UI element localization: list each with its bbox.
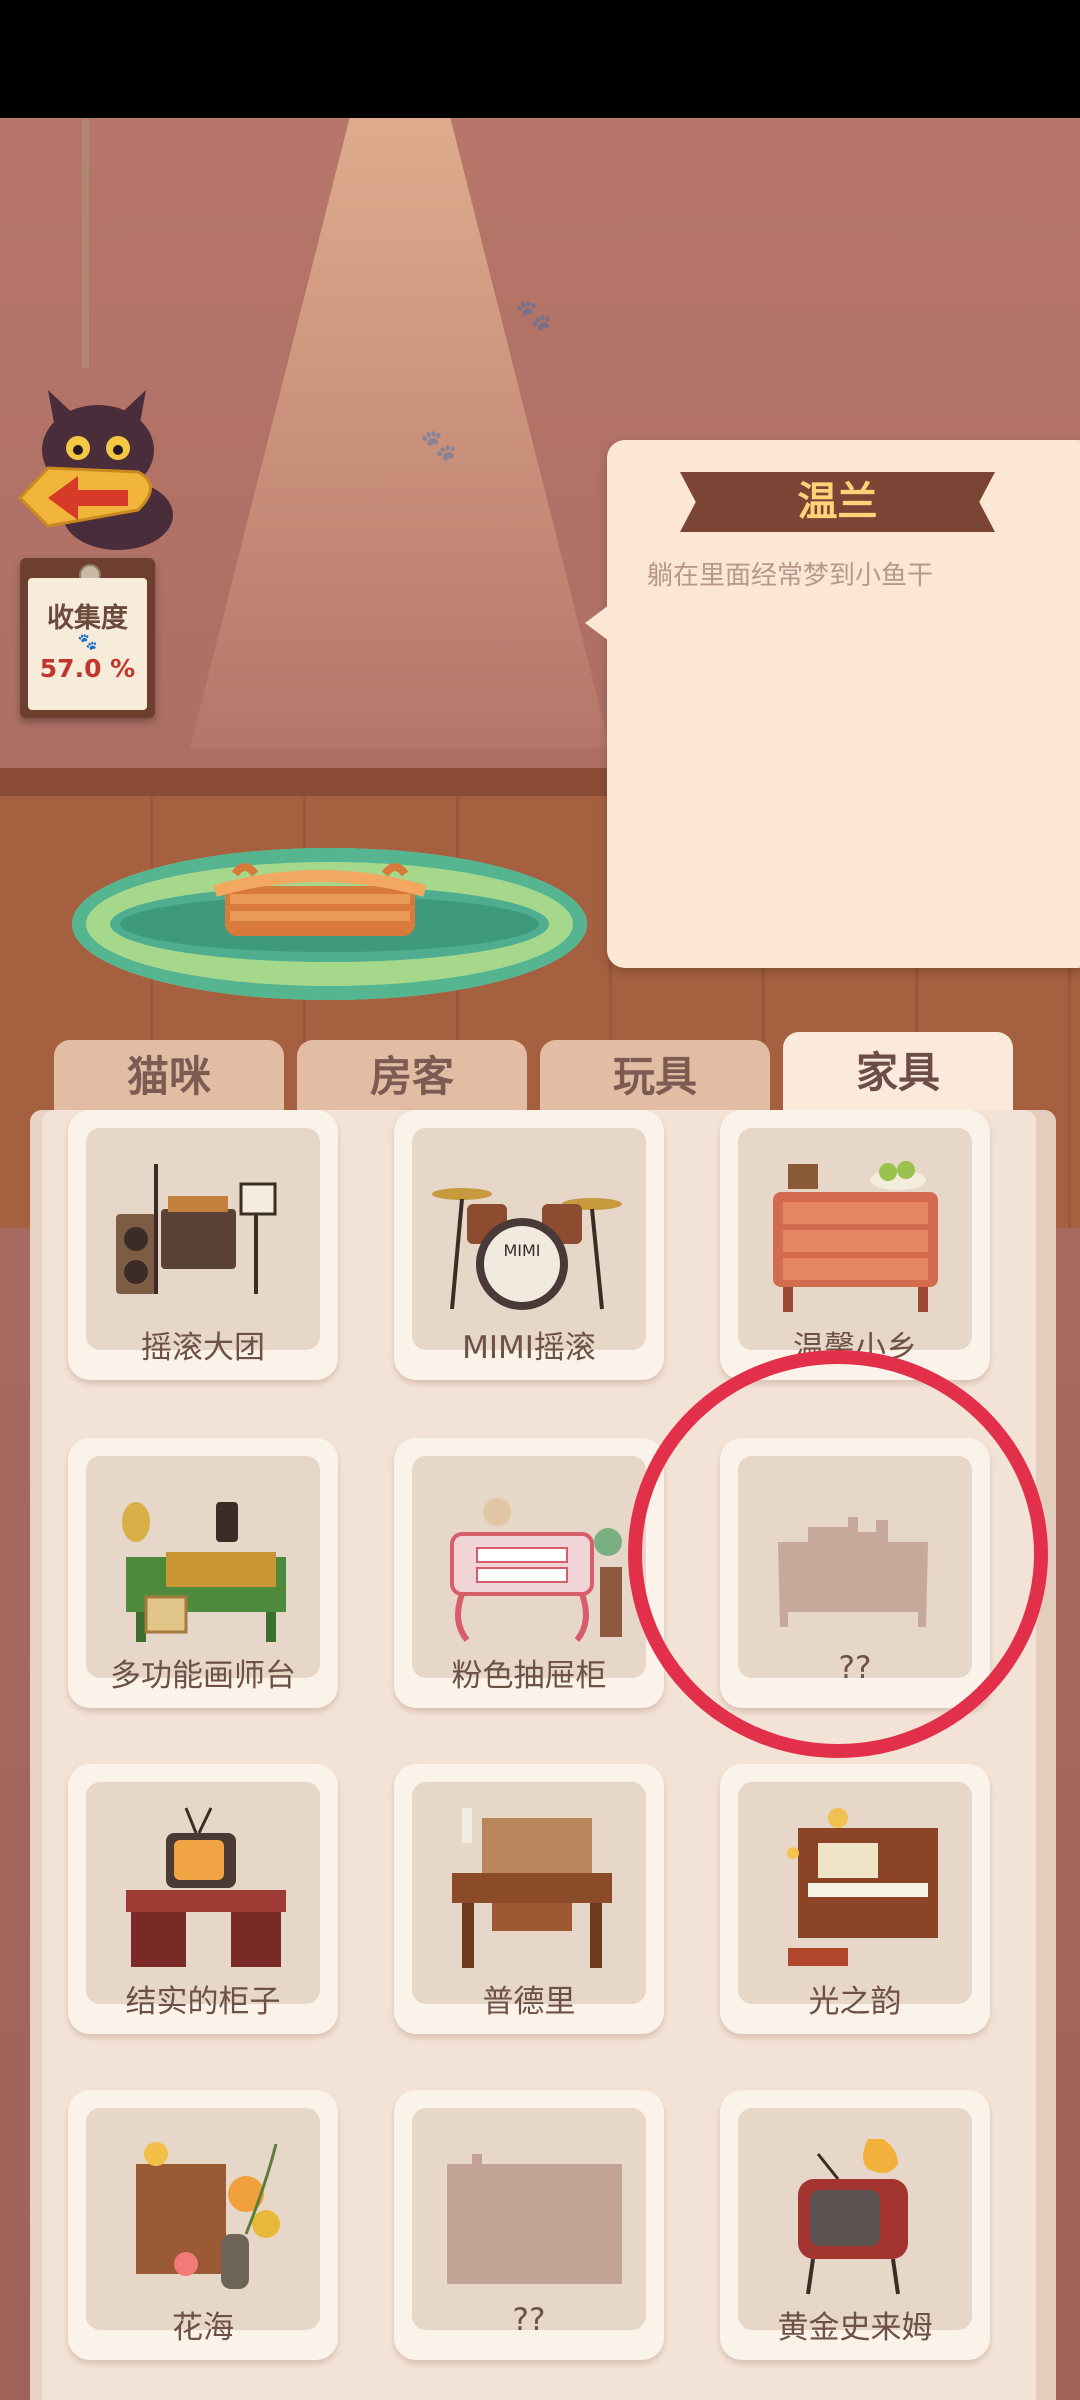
collection-title: 收集度 <box>47 603 128 634</box>
item-card[interactable]: 粉色抽屉柜 <box>394 1438 664 1708</box>
svg-text:MIMI: MIMI <box>503 1241 540 1260</box>
item-name: 结实的柜子 <box>125 1984 281 2020</box>
paw-icon: 🐾 <box>77 632 98 651</box>
drum-kit-icon: MIMI <box>432 1188 622 1310</box>
tab-cats[interactable]: 猫咪 <box>54 1040 284 1114</box>
paw-print-icon: 🐾 <box>515 298 553 333</box>
item-card[interactable]: 普德里 <box>394 1764 664 2034</box>
spotlight <box>190 118 610 748</box>
collection-progress-card: 收集度 🐾 57.0 % <box>20 558 155 718</box>
writing-desk-icon <box>452 1808 612 1968</box>
item-card[interactable]: 结实的柜子 <box>68 1764 338 2034</box>
back-button[interactable] <box>17 350 188 550</box>
item-card[interactable]: 黄金史来姆 <box>720 2090 990 2360</box>
item-card[interactable]: 温馨小乡 <box>720 1110 990 1380</box>
item-name: 黄金史来姆 <box>777 2310 933 2346</box>
collection-value: 57.0 % <box>39 654 136 683</box>
art-desk-icon <box>122 1502 286 1642</box>
game-scene: 🐾 🐾 收集度 🐾 57.0 % 温兰 躺在里面经常梦到小鱼干 猫咪 房客 玩具… <box>0 118 1080 2400</box>
item-name: 光之韵 <box>808 1984 902 2020</box>
item-name: 花海 <box>172 2310 234 2346</box>
item-card-locked[interactable]: ?? <box>394 2090 664 2360</box>
tab-tenants[interactable]: 房客 <box>297 1040 527 1114</box>
retro-tv-icon <box>798 2139 908 2295</box>
item-card[interactable]: 花海 <box>68 2090 338 2360</box>
tab-toys[interactable]: 玩具 <box>540 1040 770 1114</box>
hanging-rope <box>82 118 89 368</box>
item-description: 躺在里面经常梦到小鱼干 <box>647 561 934 591</box>
dresser-icon <box>773 1161 938 1312</box>
item-name: 摇滚大团 <box>141 1330 265 1366</box>
item-card[interactable]: 光之韵 <box>720 1764 990 2034</box>
arrow-left-icon <box>48 476 128 520</box>
organ-icon <box>787 1808 938 1966</box>
red-highlight-circle <box>628 1350 1048 1758</box>
item-name: ?? <box>512 2302 546 2338</box>
locked-silhouette-icon <box>447 2154 622 2284</box>
category-tabs: 猫咪 房客 玩具 家具 <box>54 1026 1014 1114</box>
item-card[interactable]: MIMI MIMI摇滚 <box>394 1110 664 1380</box>
basket-bed-icon[interactable] <box>205 856 435 951</box>
tv-desk-icon <box>126 1807 286 1967</box>
paw-print-icon: 🐾 <box>420 428 458 463</box>
item-name: 粉色抽屉柜 <box>451 1658 607 1694</box>
item-name: MIMI摇滚 <box>462 1330 596 1366</box>
pink-vanity-icon <box>450 1498 622 1642</box>
item-name: 多功能画师台 <box>110 1658 296 1694</box>
rock-band-icon <box>116 1164 277 1294</box>
status-bar <box>0 0 1080 118</box>
item-card[interactable]: 摇滚大团 <box>68 1110 338 1380</box>
tab-furniture[interactable]: 家具 <box>783 1032 1013 1114</box>
item-info-panel: 温兰 躺在里面经常梦到小鱼干 <box>585 440 1080 968</box>
item-name: 普德里 <box>482 1984 576 2020</box>
item-name-banner: 温兰 <box>680 472 995 532</box>
collection-book: 摇滚大团 MIMI MIMI摇滚 温馨小乡 多功能画师台 粉色抽屉柜 ?? 结实… <box>30 1110 1056 2400</box>
item-card[interactable]: 多功能画师台 <box>68 1438 338 1708</box>
flower-shelf-icon <box>136 2142 280 2289</box>
